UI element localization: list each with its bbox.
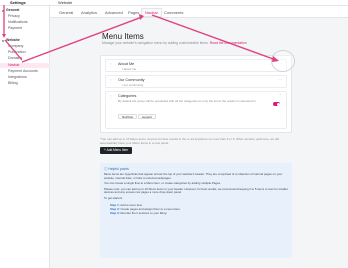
sidebar-item-general[interactable]: General	[0, 8, 50, 13]
sidebar-item-integrations[interactable]: Integrations	[0, 75, 50, 80]
menu-item-path: / our community	[122, 83, 144, 87]
page-title: Website	[58, 0, 73, 5]
highlight-circle	[271, 50, 295, 72]
drag-handle-icon[interactable]: ⋮	[109, 62, 113, 67]
sidebar-item-publication[interactable]: Publication	[0, 50, 50, 55]
chevron-up-icon[interactable]: ⌃	[279, 93, 282, 98]
helpful-points-panel: ⓘ Helpful points Menu items are hyperlin…	[100, 163, 292, 258]
help-step-3: Step 3: Reorder the it sections to your …	[110, 210, 168, 215]
helpful-points-title: ⓘ Helpful points	[104, 167, 129, 171]
tab-general[interactable]: General	[56, 9, 76, 16]
app-window: Settings Website General Privacy Notific…	[0, 0, 348, 268]
sidebar-item-privacy[interactable]: Privacy	[0, 14, 50, 19]
menu-item-label: Our Community	[118, 78, 145, 82]
help-paragraph: Please note: you can add up to 10 Menu i…	[104, 186, 288, 195]
menu-items-card: ⋮ About Me / about me ⋯ ⋮ Our Community …	[100, 55, 292, 133]
sidebar: General Privacy Notifications Payment We…	[0, 6, 50, 268]
documentation-link[interactable]: Read the documentation	[210, 41, 247, 45]
sidebar-item-navbar[interactable]: Navbar	[0, 63, 50, 68]
drag-handle-icon[interactable]: ⋮	[109, 78, 113, 83]
sidebar-item-company[interactable]: Company	[0, 44, 50, 49]
add-menu-item-button[interactable]: + Add Menu Item	[100, 147, 133, 154]
tab-navbar[interactable]: Navbar	[141, 8, 162, 17]
sidebar-item-notifications[interactable]: Notifications	[0, 20, 50, 25]
sidebar-item-payment[interactable]: Payment	[0, 26, 50, 31]
help-paragraph: You can create a single flow to a Menu i…	[104, 181, 221, 186]
tab-comments[interactable]: Comments	[161, 9, 186, 16]
tab-analytics[interactable]: Analytics	[78, 9, 100, 16]
app-title: Settings	[10, 0, 26, 5]
menu-items-note: *You can add up to 10 Menu items. Anyone…	[100, 137, 279, 145]
help-paragraph: Menu items are hyperlinks that appear ac…	[104, 172, 283, 180]
category-chip-support[interactable]: support	[138, 114, 157, 119]
menu-item-label: About Me	[118, 62, 135, 66]
menu-item-path: / about me	[122, 67, 137, 71]
more-icon[interactable]: ⋯	[278, 77, 282, 82]
sidebar-item-domains[interactable]: Domains	[0, 56, 50, 61]
help-paragraph: To get started:	[104, 195, 123, 200]
menu-items-subtitle: Manage your website's navigation menu by…	[102, 41, 247, 45]
sidebar-item-payment-accounts[interactable]: Payment Accounts	[0, 69, 50, 74]
menu-item-our-community[interactable]: ⋮ Our Community / our community ⋯	[105, 75, 287, 88]
website-icon	[2, 39, 4, 42]
sidebar-item-billing[interactable]: Billing	[0, 81, 50, 86]
general-icon	[2, 9, 4, 12]
drag-handle-icon[interactable]: ⋮	[109, 94, 113, 99]
menu-items-title: Menu Items	[102, 32, 144, 41]
sidebar-item-website[interactable]: Website	[0, 38, 50, 43]
categories-toggle[interactable]	[273, 102, 280, 106]
categories-description: By default the group will be populated w…	[118, 99, 257, 103]
categories-label: Categories	[118, 94, 137, 98]
tab-advanced[interactable]: Advanced	[102, 9, 126, 16]
tab-pages[interactable]: Pages	[125, 9, 142, 16]
menu-item-categories[interactable]: ⋮ Categories By default the group will b…	[105, 91, 287, 129]
menu-item-about-me[interactable]: ⋮ About Me / about me ⋯	[105, 59, 287, 72]
category-chip-nutrition[interactable]: Nutrition	[118, 114, 138, 119]
tab-bar: General Analytics Advanced Pages Navbar …	[50, 6, 348, 18]
